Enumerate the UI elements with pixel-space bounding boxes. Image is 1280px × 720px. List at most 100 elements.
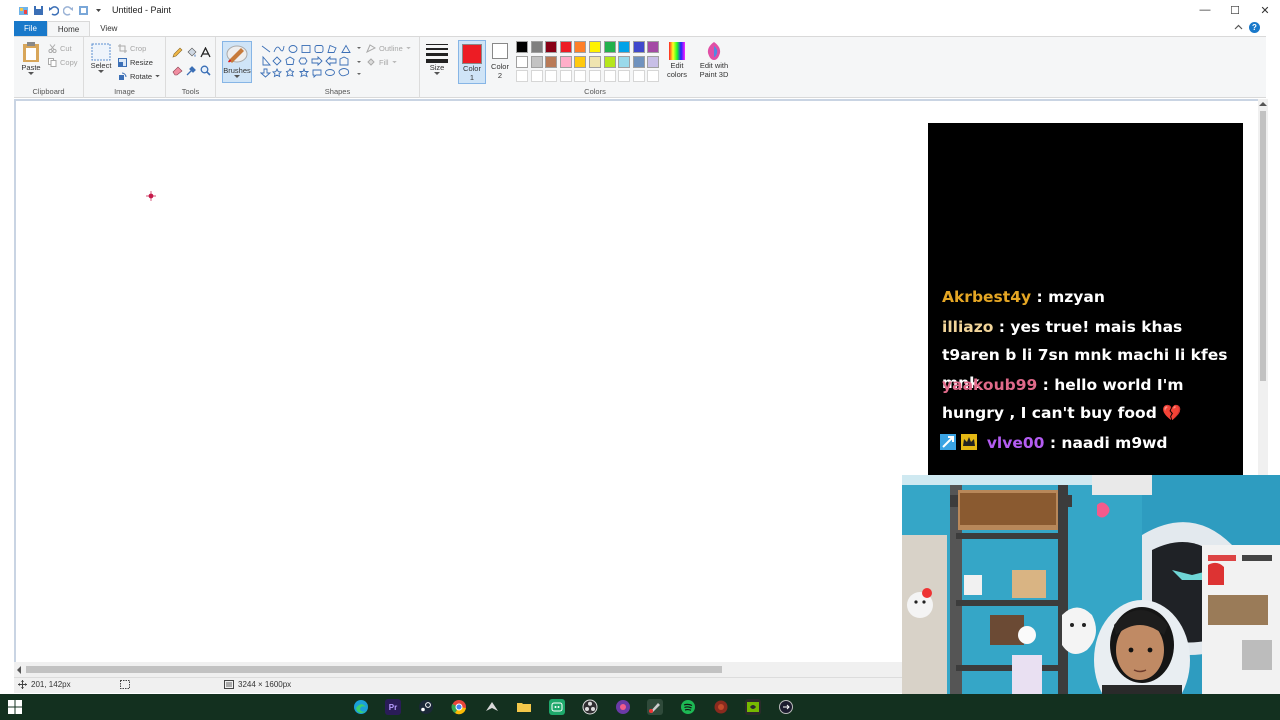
- color2-button[interactable]: Color 2: [488, 43, 512, 80]
- palette-swatch[interactable]: [574, 41, 587, 53]
- maximize-button[interactable]: ☐: [1220, 0, 1250, 20]
- brushes-dropdown-icon[interactable]: [234, 75, 240, 79]
- taskbar: Pr: [0, 694, 1280, 720]
- vertical-scroll-thumb[interactable]: [1260, 111, 1266, 381]
- palette-swatch[interactable]: [647, 41, 660, 53]
- file-explorer-icon[interactable]: [516, 699, 532, 715]
- app-9-icon[interactable]: [615, 699, 631, 715]
- scroll-left-icon[interactable]: [16, 666, 22, 674]
- palette-swatch[interactable]: [618, 41, 631, 53]
- help-icon[interactable]: ?: [1249, 22, 1260, 33]
- palette-swatch[interactable]: [559, 70, 572, 83]
- copy-button[interactable]: Copy: [48, 56, 78, 68]
- redo-icon[interactable]: [63, 5, 74, 16]
- canvas-size-text: 3244 × 1600px: [238, 680, 292, 689]
- app-7-icon[interactable]: [549, 699, 565, 715]
- chrome-icon[interactable]: [451, 699, 467, 715]
- horizontal-scroll-thumb[interactable]: [26, 666, 722, 673]
- tab-file[interactable]: File: [14, 21, 47, 36]
- windows-start-icon[interactable]: [8, 700, 22, 714]
- spotify-icon[interactable]: [680, 699, 696, 715]
- tab-home[interactable]: Home: [46, 20, 91, 37]
- size-dropdown-icon[interactable]: [434, 72, 440, 76]
- palette-swatch[interactable]: [632, 41, 645, 53]
- palette-swatch[interactable]: [632, 55, 645, 68]
- fill-button[interactable]: Fill: [366, 56, 397, 68]
- palette-swatch[interactable]: [530, 41, 543, 53]
- palette-swatch[interactable]: [516, 70, 528, 83]
- palette-swatch[interactable]: [618, 55, 631, 68]
- undo-icon[interactable]: [48, 5, 59, 16]
- color1-button[interactable]: Color 1: [458, 40, 486, 84]
- scroll-up-icon[interactable]: [1259, 101, 1267, 107]
- palette-swatch[interactable]: [559, 55, 572, 68]
- brushes-button[interactable]: Brushes: [222, 41, 252, 83]
- palette-swatch[interactable]: [545, 55, 558, 68]
- size-button[interactable]: Size: [424, 43, 450, 76]
- select-dropdown-icon[interactable]: [98, 70, 104, 74]
- dropdown-arrow-icon[interactable]: [93, 5, 104, 16]
- palette-swatch[interactable]: [618, 70, 631, 83]
- palette-swatch[interactable]: [574, 55, 587, 68]
- palette-swatch[interactable]: [589, 55, 601, 68]
- rotate-button[interactable]: Rotate: [118, 70, 160, 82]
- palette-swatch[interactable]: [632, 70, 645, 83]
- pencil-icon[interactable]: [172, 47, 183, 58]
- text-icon[interactable]: [200, 47, 211, 58]
- edit-with-paint3d-button[interactable]: Edit with Paint 3D: [694, 41, 734, 79]
- tab-view[interactable]: View: [90, 21, 127, 36]
- paint-taskbar-icon[interactable]: [647, 699, 663, 715]
- fill-bucket-icon[interactable]: [186, 47, 197, 58]
- color-picker-icon[interactable]: [186, 65, 197, 76]
- vip-crown-badge-icon: [961, 434, 978, 450]
- save-icon[interactable]: [33, 5, 44, 16]
- palette-swatch[interactable]: [603, 70, 616, 83]
- fill-dropdown-icon[interactable]: [391, 60, 397, 64]
- premiere-pro-icon[interactable]: Pr: [385, 699, 401, 715]
- minimize-button[interactable]: —: [1190, 0, 1220, 20]
- palette-swatch[interactable]: [603, 41, 616, 53]
- obs-icon[interactable]: [582, 699, 598, 715]
- app-14-icon[interactable]: [778, 699, 794, 715]
- app-5-icon[interactable]: [484, 699, 500, 715]
- palette-swatch[interactable]: [589, 41, 601, 53]
- paste-button[interactable]: Paste: [18, 41, 44, 76]
- palette-swatch[interactable]: [647, 70, 660, 83]
- palette-swatch[interactable]: [589, 70, 601, 83]
- resize-button[interactable]: Resize: [118, 56, 153, 68]
- cursor-position-text: 201, 142px: [31, 680, 71, 689]
- selection-size: [120, 680, 130, 689]
- edit-colors-button[interactable]: Edit colors: [664, 41, 690, 79]
- select-button[interactable]: Select: [88, 43, 114, 74]
- palette-swatch[interactable]: [530, 70, 543, 83]
- collapse-ribbon-icon[interactable]: [1234, 23, 1243, 32]
- cursor-crosshair-icon: [146, 191, 156, 201]
- edge-icon[interactable]: [353, 699, 369, 715]
- color2-label-line2: 2: [497, 71, 503, 80]
- paste-dropdown-icon[interactable]: [28, 72, 34, 76]
- eraser-icon[interactable]: [172, 65, 183, 76]
- palette-swatch[interactable]: [559, 41, 572, 53]
- magnifier-icon[interactable]: [200, 65, 211, 76]
- shapes-gallery-icon[interactable]: [260, 43, 364, 83]
- close-button[interactable]: ✕: [1250, 0, 1280, 20]
- chat-message: vlve00 : naadi m9wd: [940, 429, 1238, 457]
- steam-icon[interactable]: [418, 699, 434, 715]
- moderator-badge-icon: [940, 434, 956, 450]
- palette-swatch[interactable]: [516, 41, 528, 53]
- palette-swatch[interactable]: [545, 70, 558, 83]
- cut-button[interactable]: Cut: [48, 42, 72, 54]
- outline-dropdown-icon[interactable]: [406, 46, 411, 50]
- palette-swatch[interactable]: [530, 55, 543, 68]
- palette-swatch[interactable]: [545, 41, 558, 53]
- palette-swatch[interactable]: [603, 55, 616, 68]
- rotate-dropdown-icon[interactable]: [155, 74, 160, 78]
- nvidia-icon[interactable]: [745, 699, 761, 715]
- customize-icon[interactable]: [78, 5, 89, 16]
- palette-swatch[interactable]: [574, 70, 587, 83]
- palette-swatch[interactable]: [647, 55, 660, 68]
- palette-swatch[interactable]: [516, 55, 528, 68]
- outline-button[interactable]: Outline: [366, 42, 411, 54]
- crop-button[interactable]: Crop: [118, 42, 146, 54]
- app-12-icon[interactable]: [713, 699, 729, 715]
